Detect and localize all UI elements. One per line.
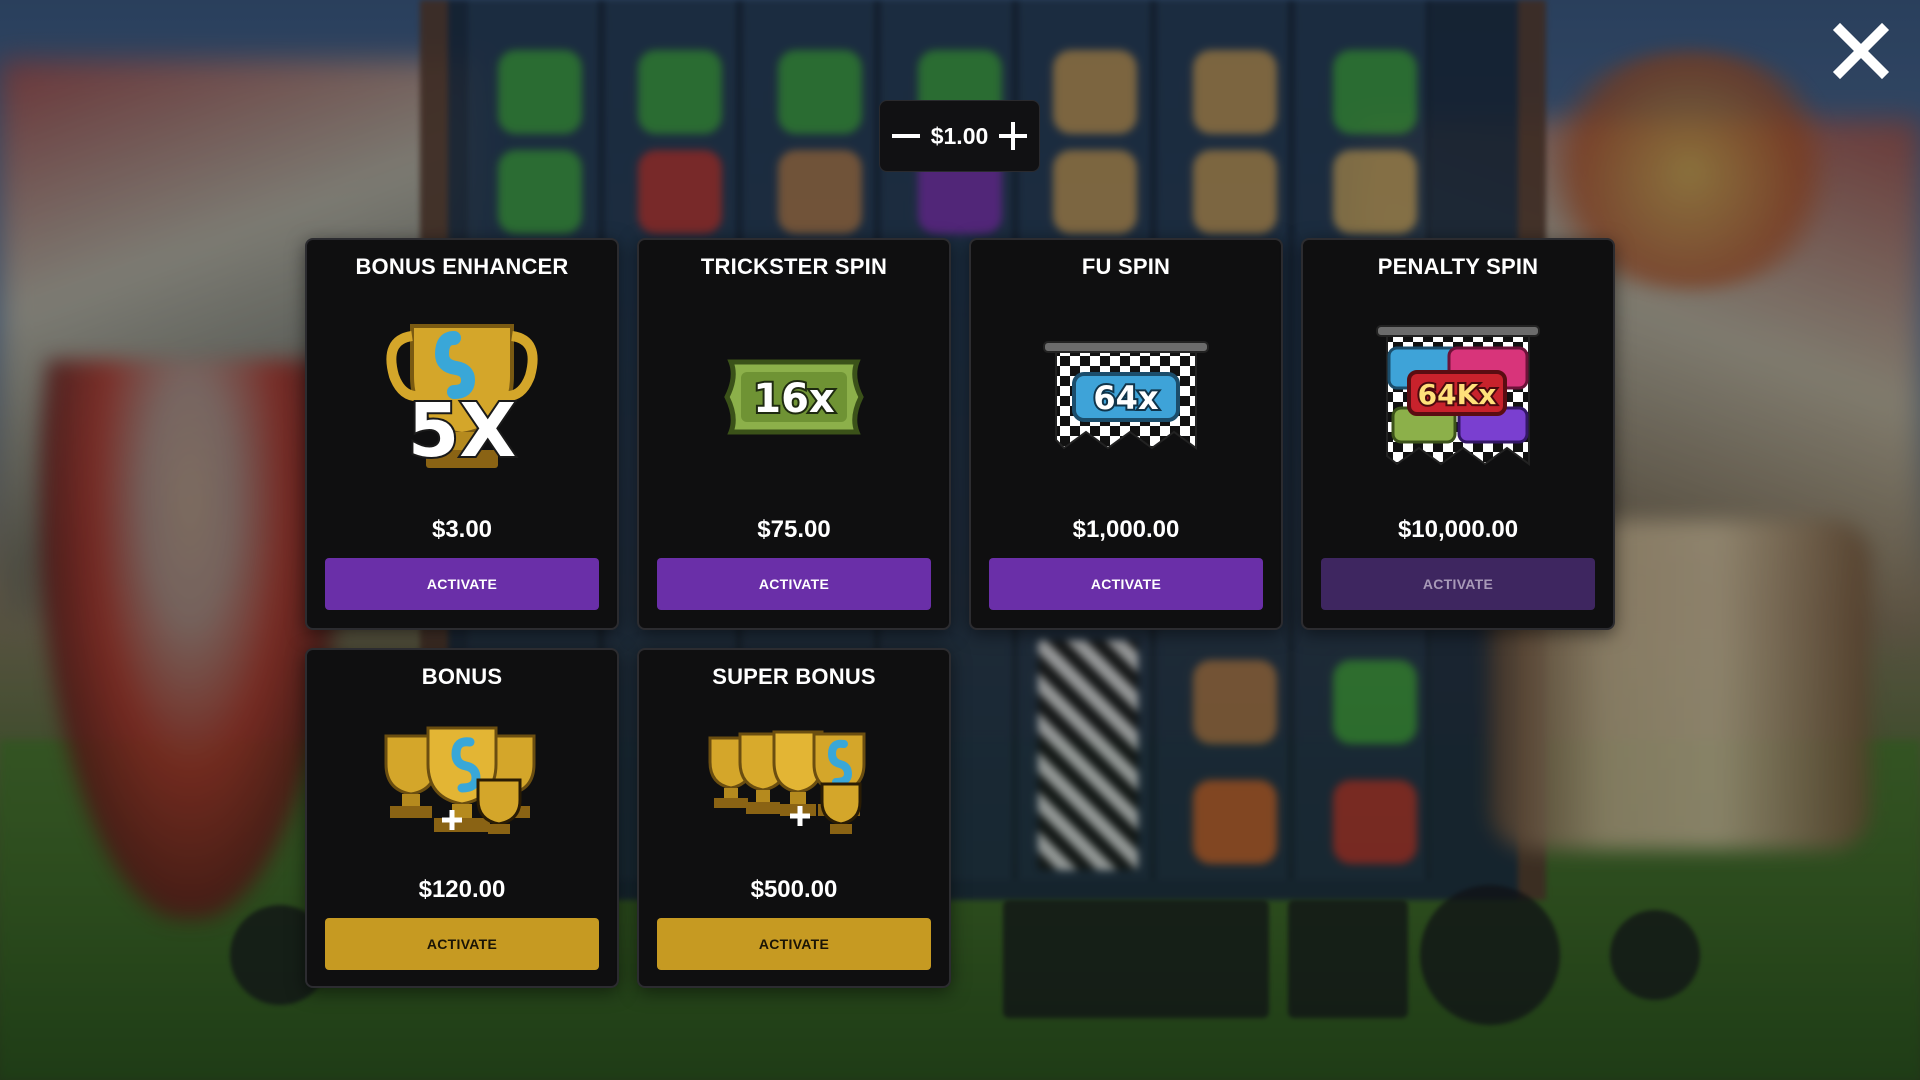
close-icon xyxy=(1832,22,1890,80)
buy-card-bonus-enhancer: BONUS ENHANCER 5X $3.00 ACTIVATE xyxy=(305,238,619,630)
stacked-multiplier-banners-icon: 64Kx xyxy=(1373,322,1543,477)
activate-button[interactable]: ACTIVATE xyxy=(325,558,599,610)
activate-button[interactable]: ACTIVATE xyxy=(657,558,931,610)
trickster-multiplier-text: 16x xyxy=(753,376,835,422)
bet-stepper: $1.00 xyxy=(879,100,1040,172)
card-title: TRICKSTER SPIN xyxy=(700,254,888,279)
bet-increase-button[interactable] xyxy=(995,118,1031,154)
buy-card-trickster-spin: TRICKSTER SPIN 16x $75.00 ACTIVATE xyxy=(637,238,951,630)
card-title: FU SPIN xyxy=(1081,254,1171,279)
card-title: BONUS xyxy=(421,664,503,689)
green-ticket-16x-icon: 16x xyxy=(719,352,869,447)
minus-icon xyxy=(892,134,920,138)
card-title: SUPER BONUS xyxy=(712,664,876,689)
activate-button[interactable]: ACTIVATE xyxy=(989,558,1263,610)
penalty-multiplier-text: 64Kx xyxy=(1418,378,1497,411)
checkered-flag-64x-icon: 64x xyxy=(1040,336,1212,461)
buy-card-fu-spin: FU SPIN 64x $1,000.00 ACTIVATE xyxy=(969,238,1283,630)
enhancer-multiplier-text: 5X xyxy=(408,388,517,474)
card-price: $1,000.00 xyxy=(1072,516,1180,543)
close-button[interactable] xyxy=(1832,22,1890,80)
fu-multiplier-text: 64x xyxy=(1093,379,1159,417)
plus-icon xyxy=(999,122,1027,150)
card-title: PENALTY SPIN xyxy=(1377,254,1539,279)
activate-button[interactable]: ACTIVATE xyxy=(325,918,599,970)
card-price: $120.00 xyxy=(418,876,506,903)
activate-button-disabled[interactable]: ACTIVATE xyxy=(1321,558,1595,610)
card-price: $10,000.00 xyxy=(1397,516,1519,543)
activate-button[interactable]: ACTIVATE xyxy=(657,918,931,970)
card-price: $3.00 xyxy=(431,516,493,543)
card-price: $500.00 xyxy=(750,876,838,903)
buy-card-bonus: BONUS $120.00 ACTIVATE xyxy=(305,648,619,988)
card-price: $75.00 xyxy=(757,516,831,543)
card-title: BONUS ENHANCER xyxy=(355,254,569,279)
buy-card-super-bonus: SUPER BONUS $500.00 ACTIVATE xyxy=(637,648,951,988)
bet-decrease-button[interactable] xyxy=(888,118,924,154)
four-trophies-icon xyxy=(704,726,884,847)
buy-card-penalty-spin: PENALTY SPIN 64Kx $10,000.00 ACTIVATE xyxy=(1301,238,1615,630)
gold-trophy-5x-icon: 5X xyxy=(382,316,542,481)
three-trophies-icon xyxy=(372,724,552,849)
bet-value: $1.00 xyxy=(930,122,989,149)
